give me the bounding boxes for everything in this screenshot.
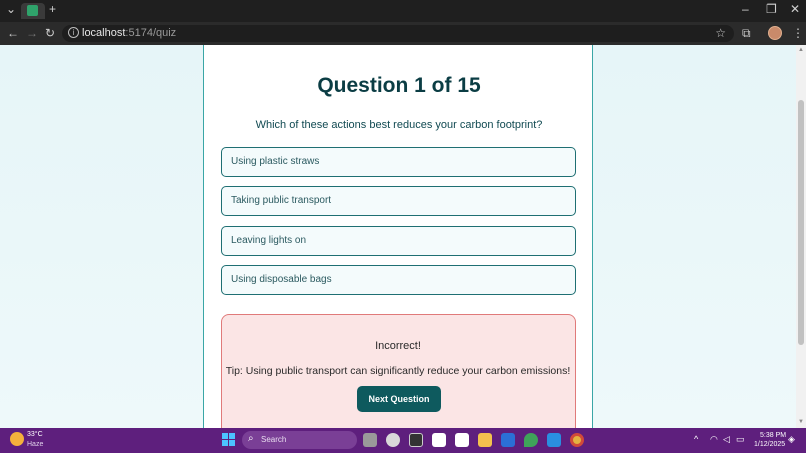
url-host: localhost (82, 27, 126, 39)
browser-menu-icon[interactable]: ⋮ (792, 26, 804, 40)
volume-icon[interactable]: ◁ (723, 434, 730, 445)
file-explorer-icon[interactable] (478, 433, 492, 447)
tab-menu-chevron-icon[interactable]: ⌄ (6, 2, 16, 16)
taskbar-time[interactable]: 5:38 PM (760, 432, 786, 439)
vscode-icon[interactable] (547, 433, 561, 447)
bookmark-star-icon[interactable]: ☆ (715, 26, 726, 40)
taskbar-date[interactable]: 1/12/2025 (754, 441, 785, 448)
page-viewport: Question 1 of 15 Which of these actions … (0, 45, 796, 428)
back-arrow-icon[interactable]: ← (7, 26, 19, 40)
close-window-icon[interactable]: ✕ (790, 2, 800, 16)
search-label: Search (261, 435, 287, 444)
weather-description[interactable]: Haze (27, 441, 43, 448)
forward-arrow-icon[interactable]: → (26, 26, 38, 40)
task-view-icon[interactable] (363, 433, 377, 447)
reload-icon[interactable]: ↻ (45, 26, 55, 40)
clock-app-icon[interactable] (386, 433, 400, 447)
scroll-down-icon[interactable]: ▼ (798, 419, 804, 425)
restore-icon[interactable]: ❐ (766, 2, 777, 16)
scrollbar-thumb[interactable] (798, 100, 804, 345)
answer-option[interactable]: Using disposable bags (221, 265, 576, 295)
feedback-panel: Incorrect! Tip: Using public transport c… (221, 314, 576, 428)
question-text: Which of these actions best reduces your… (255, 119, 543, 131)
answer-option[interactable]: Leaving lights on (221, 226, 576, 256)
feedback-tip: Tip: Using public transport can signific… (225, 365, 571, 377)
calendar-app-icon[interactable] (409, 433, 423, 447)
weather-sun-icon[interactable] (10, 432, 24, 446)
address-bar[interactable]: i localhost:5174/quiz ☆ (62, 25, 734, 42)
answer-option[interactable]: Using plastic straws (221, 147, 576, 177)
search-icon: ⌕ (248, 433, 254, 444)
battery-icon[interactable]: ▭ (736, 434, 745, 445)
extensions-icon[interactable]: ⧉ (742, 26, 751, 41)
capcut-icon[interactable] (455, 433, 469, 447)
tab-favicon-icon (27, 5, 38, 16)
notion-icon[interactable] (432, 433, 446, 447)
taskbar: 33°C Haze ⌕ Search ^ ◠ ◁ ▭ 5:38 PM 1/12/… (0, 428, 806, 453)
chrome-icon[interactable] (570, 433, 584, 447)
address-url[interactable]: localhost:5174/quiz (82, 27, 176, 39)
mongodb-icon[interactable] (524, 433, 538, 447)
page-scrollbar[interactable]: ▲ ▼ (796, 45, 806, 428)
windows-start-icon[interactable] (222, 433, 235, 446)
taskbar-search[interactable]: ⌕ Search (242, 431, 357, 449)
minimize-icon[interactable]: – (742, 2, 749, 16)
feedback-result: Incorrect! (375, 340, 421, 352)
wifi-icon[interactable]: ◠ (710, 434, 718, 445)
quiz-card: Question 1 of 15 Which of these actions … (203, 45, 593, 428)
weather-temperature[interactable]: 33°C (27, 431, 43, 438)
answer-option[interactable]: Taking public transport (221, 186, 576, 216)
question-title: Question 1 of 15 (317, 74, 481, 97)
browser-tab-bar: ⌄ + – ❐ ✕ (0, 0, 806, 22)
tray-chevron-up-icon[interactable]: ^ (694, 434, 698, 444)
notification-bell-icon[interactable]: ◈ (788, 434, 795, 445)
url-path: :5174/quiz (125, 27, 177, 39)
scroll-up-icon[interactable]: ▲ (798, 47, 804, 53)
new-tab-plus-icon[interactable]: + (49, 2, 56, 16)
site-info-icon[interactable]: i (68, 27, 79, 38)
next-question-button[interactable]: Next Question (357, 386, 441, 412)
profile-avatar[interactable] (768, 26, 782, 40)
word-icon[interactable] (501, 433, 515, 447)
